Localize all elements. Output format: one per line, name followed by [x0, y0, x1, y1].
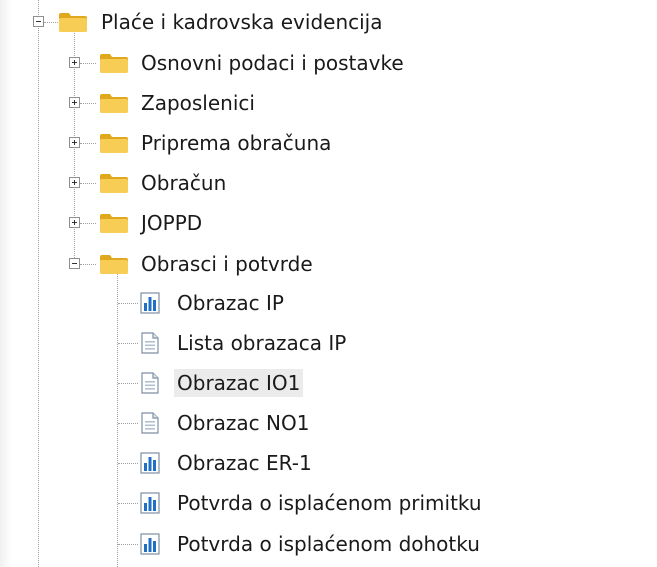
tree-connector — [118, 463, 138, 464]
report-chart-icon — [140, 452, 160, 474]
document-icon — [140, 372, 160, 394]
collapse-toggle[interactable] — [33, 16, 44, 27]
report-chart-icon — [140, 533, 160, 555]
expand-toggle[interactable] — [69, 217, 80, 228]
folder-icon — [99, 253, 129, 275]
tree-item-obracun[interactable]: Obračun — [138, 169, 229, 197]
tree-connector — [80, 183, 96, 184]
tree-left-edge — [0, 0, 12, 567]
collapse-toggle[interactable] — [69, 258, 80, 269]
tree-item-obrazac-ip[interactable]: Obrazac IP — [174, 289, 287, 317]
tree-connector — [80, 103, 96, 104]
tree-connector — [118, 503, 138, 504]
tree-connector — [118, 343, 138, 344]
tree-view: Plaće i kadrovska evidencija Osnovni pod… — [0, 0, 657, 567]
tree-connector — [118, 423, 138, 424]
document-icon — [140, 412, 160, 434]
tree-connector — [118, 383, 138, 384]
tree-item-obrasci-i-potvrde[interactable]: Obrasci i potvrde — [138, 250, 316, 278]
tree-connector — [80, 63, 96, 64]
tree-item-lista-obrazaca-ip[interactable]: Lista obrazaca IP — [174, 329, 349, 357]
tree-item-potvrda-primitku[interactable]: Potvrda o isplaćenom primitku — [174, 489, 485, 517]
tree-item-osnovni-podaci[interactable]: Osnovni podaci i postavke — [138, 49, 407, 77]
tree-connector — [118, 303, 138, 304]
document-icon — [140, 332, 160, 354]
expand-toggle[interactable] — [69, 57, 80, 68]
tree-guide-line — [38, 0, 39, 567]
tree-connector — [80, 264, 96, 265]
folder-icon — [99, 212, 129, 234]
folder-icon — [99, 132, 129, 154]
folder-icon — [58, 11, 88, 33]
report-chart-icon — [140, 292, 160, 314]
report-chart-icon — [140, 492, 160, 514]
tree-item-joppd[interactable]: JOPPD — [138, 209, 205, 237]
folder-icon — [99, 92, 129, 114]
tree-connector — [80, 223, 96, 224]
tree-connector — [118, 544, 138, 545]
tree-item-obrazac-no1[interactable]: Obrazac NO1 — [174, 409, 312, 437]
tree-connector — [80, 143, 96, 144]
tree-item-obrazac-er1[interactable]: Obrazac ER-1 — [174, 449, 315, 477]
tree-item-zaposlenici[interactable]: Zaposlenici — [138, 89, 258, 117]
tree-guide-line — [117, 274, 118, 567]
tree-connector — [44, 22, 58, 23]
folder-icon — [99, 172, 129, 194]
tree-item-priprema-obracuna[interactable]: Priprema obračuna — [138, 129, 334, 157]
expand-toggle[interactable] — [69, 177, 80, 188]
expand-toggle[interactable] — [69, 97, 80, 108]
tree-item-place-kadrovska-evidencija[interactable]: Plaće i kadrovska evidencija — [98, 8, 385, 36]
folder-icon — [99, 52, 129, 74]
expand-toggle[interactable] — [69, 137, 80, 148]
tree-item-obrazac-io1[interactable]: Obrazac IO1 — [174, 369, 304, 397]
tree-item-potvrda-dohotku[interactable]: Potvrda o isplaćenom dohotku — [174, 530, 483, 558]
